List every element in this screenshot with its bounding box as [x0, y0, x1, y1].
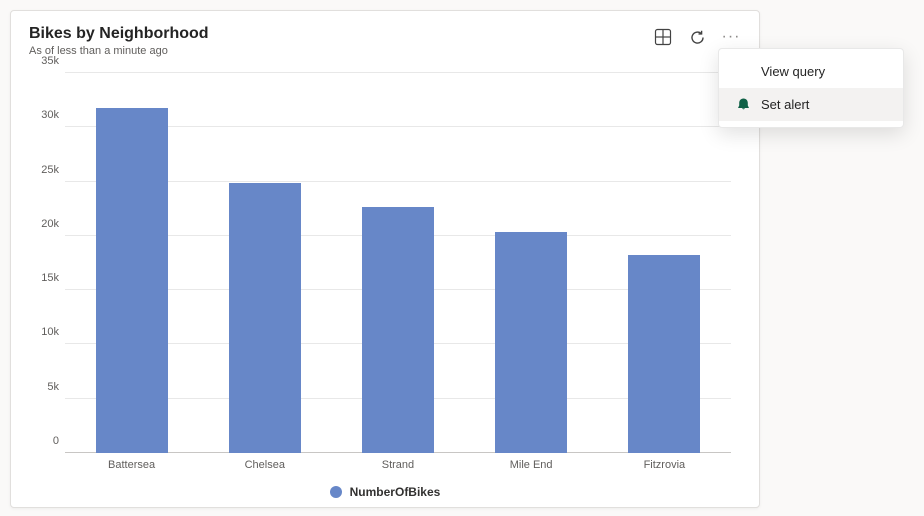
- chart-bars: [65, 73, 731, 453]
- y-tick-label: 15k: [41, 272, 59, 284]
- card-title: Bikes by Neighborhood: [29, 25, 653, 43]
- y-tick-label: 25k: [41, 164, 59, 176]
- bell-icon: [735, 97, 751, 112]
- more-options-menu: View query Set alert: [718, 48, 904, 128]
- refresh-button[interactable]: [687, 27, 707, 47]
- menu-item-label: View query: [761, 64, 825, 79]
- chart-legend: NumberOfBikes: [29, 485, 741, 499]
- bar-battersea[interactable]: [96, 108, 168, 453]
- explore-data-button[interactable]: [653, 27, 673, 47]
- menu-item-set-alert[interactable]: Set alert: [719, 88, 903, 121]
- bar-chelsea[interactable]: [229, 183, 301, 453]
- bar-strand[interactable]: [362, 207, 434, 453]
- y-tick-label: 30k: [41, 109, 59, 121]
- x-tick-label: Battersea: [96, 459, 168, 471]
- grid-icon: [654, 28, 672, 46]
- chart-card: Bikes by Neighborhood As of less than a …: [10, 10, 760, 508]
- x-tick-label: Mile End: [495, 459, 567, 471]
- menu-item-view-query[interactable]: View query: [719, 55, 903, 88]
- y-tick-label: 35k: [41, 55, 59, 67]
- y-tick-label: 5k: [47, 381, 59, 393]
- card-subtitle: As of less than a minute ago: [29, 45, 653, 57]
- refresh-icon: [689, 29, 706, 46]
- x-tick-label: Strand: [362, 459, 434, 471]
- ellipsis-icon: ···: [722, 28, 741, 46]
- y-tick-label: 0: [53, 435, 59, 447]
- y-tick-label: 10k: [41, 326, 59, 338]
- x-tick-label: Fitzrovia: [628, 459, 700, 471]
- chart-plot-area: 05k10k15k20k25k30k35k: [65, 73, 731, 453]
- more-options-button[interactable]: ···: [721, 27, 741, 47]
- title-block: Bikes by Neighborhood As of less than a …: [29, 25, 653, 57]
- legend-label: NumberOfBikes: [350, 485, 441, 499]
- menu-item-label: Set alert: [761, 97, 809, 112]
- bar-fitzrovia[interactable]: [628, 255, 700, 453]
- y-tick-label: 20k: [41, 218, 59, 230]
- x-tick-label: Chelsea: [229, 459, 301, 471]
- y-axis: 05k10k15k20k25k30k35k: [29, 73, 65, 453]
- bar-mile-end[interactable]: [495, 232, 567, 453]
- card-header: Bikes by Neighborhood As of less than a …: [29, 25, 741, 57]
- x-axis-labels: Battersea Chelsea Strand Mile End Fitzrovia: [65, 459, 731, 471]
- legend-swatch: [330, 486, 342, 498]
- card-toolbar: ···: [653, 25, 741, 47]
